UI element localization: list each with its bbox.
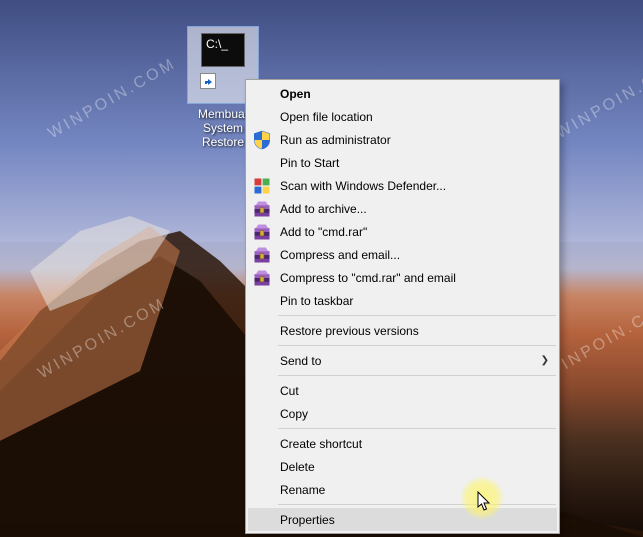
winrar-icon [252,269,272,287]
menu-separator [278,315,556,316]
winrar-icon [252,246,272,264]
menu-item-restore-versions[interactable]: Restore previous versions [248,319,557,342]
menu-separator [278,375,556,376]
menu-separator [278,345,556,346]
shortcut-overlay-icon [200,73,216,89]
menu-item-label: Scan with Windows Defender... [280,179,549,193]
blank-icon [252,292,272,310]
menu-item-copy[interactable]: Copy [248,402,557,425]
menu-item-open-location[interactable]: Open file location [248,105,557,128]
menu-item-label: Open [280,87,549,101]
menu-item-pin-start[interactable]: Pin to Start [248,151,557,174]
menu-item-open[interactable]: Open [248,82,557,105]
menu-separator [278,504,556,505]
blank-icon [252,85,272,103]
menu-item-label: Add to archive... [280,202,549,216]
blank-icon [252,458,272,476]
shield-icon [252,131,272,149]
menu-item-add-cmdrar[interactable]: Add to "cmd.rar" [248,220,557,243]
menu-item-label: Create shortcut [280,437,549,451]
blank-icon [252,382,272,400]
menu-item-compress-cmdrar-email[interactable]: Compress to "cmd.rar" and email [248,266,557,289]
menu-item-label: Cut [280,384,549,398]
menu-item-label: Run as administrator [280,133,549,147]
menu-item-compress-email[interactable]: Compress and email... [248,243,557,266]
menu-item-label: Properties [280,513,549,527]
blank-icon [252,322,272,340]
menu-item-properties[interactable]: Properties [248,508,557,531]
menu-item-label: Rename [280,483,549,497]
blank-icon [252,352,272,370]
blank-icon [252,481,272,499]
chevron-right-icon: ❯ [539,355,549,366]
menu-item-label: Add to "cmd.rar" [280,225,549,239]
menu-item-label: Send to [280,354,539,368]
menu-item-label: Pin to taskbar [280,294,549,308]
blank-icon [252,405,272,423]
menu-item-pin-taskbar[interactable]: Pin to taskbar [248,289,557,312]
menu-item-label: Delete [280,460,549,474]
blank-icon [252,154,272,172]
menu-item-label: Restore previous versions [280,324,549,338]
cmd-icon: C:\_ [201,33,245,67]
context-menu: Open Open file location Run as administrat… [245,79,560,534]
menu-item-rename[interactable]: Rename [248,478,557,501]
winrar-icon [252,223,272,241]
menu-item-delete[interactable]: Delete [248,455,557,478]
watermark: WINPOIN.COM [553,55,643,143]
winrar-icon [252,200,272,218]
watermark: WINPOIN.COM [35,295,170,383]
menu-item-label: Compress and email... [280,248,549,262]
menu-item-label: Copy [280,407,549,421]
blank-icon [252,435,272,453]
menu-separator [278,428,556,429]
watermark: WINPOIN.COM [45,55,180,143]
defender-icon [252,177,272,195]
menu-item-cut[interactable]: Cut [248,379,557,402]
blank-icon [252,511,272,529]
blank-icon [252,108,272,126]
menu-item-label: Compress to "cmd.rar" and email [280,271,549,285]
menu-item-send-to[interactable]: Send to❯ [248,349,557,372]
menu-item-add-archive[interactable]: Add to archive... [248,197,557,220]
menu-item-run-admin[interactable]: Run as administrator [248,128,557,151]
menu-item-create-shortcut[interactable]: Create shortcut [248,432,557,455]
menu-item-defender[interactable]: Scan with Windows Defender... [248,174,557,197]
menu-item-label: Open file location [280,110,549,124]
menu-item-label: Pin to Start [280,156,549,170]
